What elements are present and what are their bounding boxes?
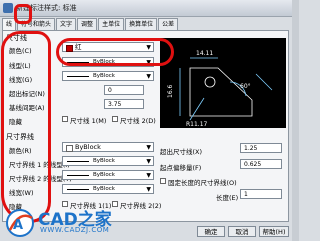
dimension-preview: 16.6 14.11 R11.17 60° (160, 38, 286, 128)
origin-offset-input[interactable]: 0.625 (240, 159, 282, 169)
chevron-down-icon: ▼ (146, 144, 151, 151)
help-button[interactable]: 帮助(H) (259, 226, 289, 237)
ext-line-lineweight-select[interactable]: ByBlock ▼ (62, 184, 154, 194)
ext-line-color-value: ByBlock (75, 143, 101, 151)
red-highlight-labels (1, 31, 51, 223)
line-sample (67, 76, 89, 77)
line-sample (67, 189, 89, 190)
red-highlight-color (56, 38, 174, 66)
suppress-ext-line-2-label: 尺寸界线 2(2) (120, 202, 162, 210)
preview-drawing: 16.6 14.11 R11.17 60° (167, 50, 273, 128)
dim-line-lineweight-select[interactable]: ByBlock ▼ (62, 71, 154, 81)
chevron-down-icon: ▼ (146, 73, 151, 80)
chevron-down-icon: ▼ (146, 186, 151, 193)
fixed-length-checkbox[interactable] (160, 178, 166, 184)
extend-beyond-ticks-input[interactable]: 0 (104, 85, 144, 95)
app-icon (3, 3, 13, 13)
chevron-down-icon: ▼ (146, 172, 151, 179)
extend-beyond-dim-label: 超出尺寸线(X) (160, 148, 203, 156)
preview-label-3: R11.17 (186, 121, 208, 128)
red-highlight-title (14, 4, 32, 24)
line-sample (67, 161, 89, 162)
suppress-ext-line-2-checkbox[interactable] (112, 201, 118, 207)
ext-line-color-select[interactable]: ByBlock ▼ (62, 142, 154, 152)
line-sample (67, 175, 89, 176)
chevron-down-icon: ▼ (146, 158, 151, 165)
cadzj-logo: A (4, 208, 36, 238)
dim-line-lineweight-value: ByBlock (93, 73, 115, 79)
extend-beyond-dim-input[interactable]: 1.25 (240, 143, 282, 153)
preview-label-4: 60° (240, 83, 251, 90)
ok-button[interactable]: 确定 (197, 226, 225, 237)
color-swatch (66, 145, 73, 152)
suppress-dim-line-1-checkbox[interactable] (62, 116, 68, 122)
preview-label-2: 14.11 (196, 50, 213, 57)
fixed-length-input[interactable]: 1 (240, 189, 282, 199)
watermark-url: WWW.CADZJ.COM (40, 226, 110, 234)
suppress-dim-line-1-label: 尺寸线 1(M) (70, 117, 107, 125)
ext-line-1-linetype-select[interactable]: ByBlock ▼ (62, 156, 154, 166)
fixed-length-value-label: 长度(E) (216, 194, 239, 202)
logo-letter: A (13, 218, 23, 233)
ext-line-2-linetype-select[interactable]: ByBlock ▼ (62, 170, 154, 180)
window-edge (292, 0, 299, 241)
ext-line-1-linetype-value: ByBlock (93, 158, 115, 164)
suppress-dim-line-2-label: 尺寸线 2(D) (120, 117, 156, 125)
preview-label-1: 16.6 (167, 84, 174, 98)
cancel-button[interactable]: 取消 (228, 226, 256, 237)
ext-line-2-linetype-value: ByBlock (93, 172, 115, 178)
origin-offset-label: 起点偏移量(F) (160, 164, 202, 172)
fixed-length-label: 固定长度的尺寸界线(O) (168, 179, 237, 187)
title-bar: 新建标注样式: 标准 (0, 0, 299, 17)
baseline-spacing-input[interactable]: 3.75 (104, 99, 144, 109)
ext-line-lineweight-value: ByBlock (93, 186, 115, 192)
cadzj-logo-icon: A (6, 209, 34, 237)
suppress-dim-line-2-checkbox[interactable] (112, 116, 118, 122)
